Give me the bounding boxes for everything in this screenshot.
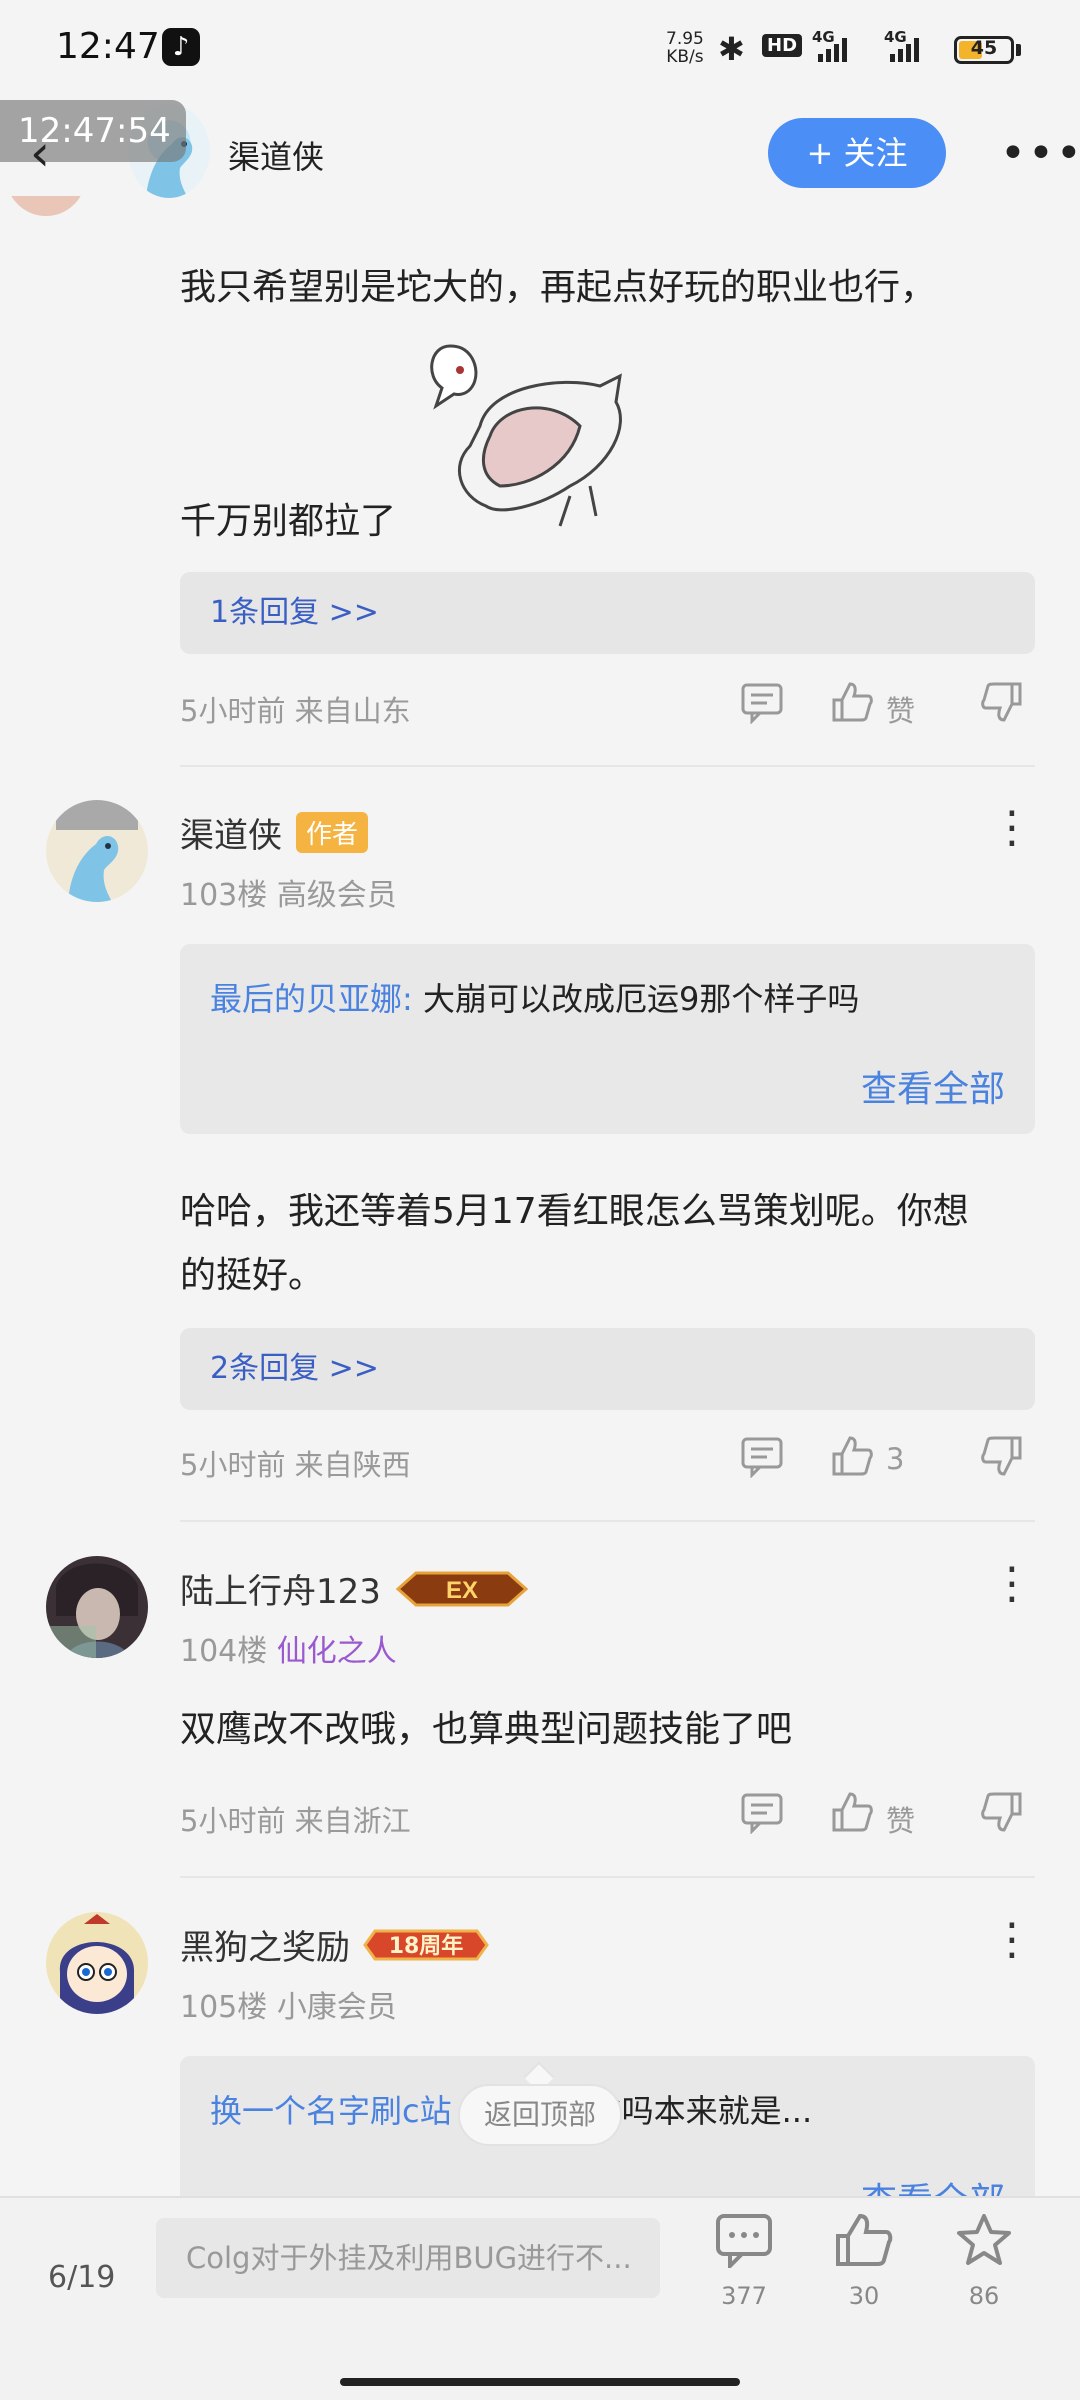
comment-reply-icon[interactable] (740, 680, 784, 728)
user-rank: 仙化之人 (276, 1634, 397, 1669)
like-icon[interactable] (830, 1434, 874, 1482)
username[interactable]: 渠道侠 作者 (180, 808, 369, 857)
comment-text: 千万别都拉了 (180, 501, 397, 542)
floor-info: 105楼 小康会员 (180, 1982, 397, 2026)
dislike-icon[interactable] (980, 680, 1024, 728)
bluetooth-icon: ✱ (718, 30, 745, 68)
quote-box[interactable]: 最后的贝亚娜: 大崩可以改成厄运9那个样子吗 查看全部 (180, 944, 1035, 1134)
battery-level: 45 (970, 37, 998, 59)
comment-text: 哈哈，我还等着5月17看红眼怎么骂策划呢。你想 (180, 1191, 969, 1232)
like-icon[interactable] (824, 2212, 904, 2281)
like-count[interactable]: 3 (886, 1442, 904, 1476)
comment-menu-icon[interactable]: ⋮ (990, 806, 1034, 850)
bottom-bar: 6/19 Colg对于外挂及利用BUG进行不... 377 30 86 (0, 2196, 1080, 2400)
comment-text: 双鹰改不改哦，也算典型问题技能了吧 (180, 1709, 793, 1750)
status-time: 12:47 (56, 26, 160, 67)
star-icon[interactable] (944, 2212, 1024, 2281)
like-label[interactable]: 赞 (886, 688, 915, 730)
level-badge-text: EX (446, 1577, 478, 1604)
comment-meta: 5小时前 来自浙江 (180, 1804, 411, 1838)
comment-count: 377 (721, 2282, 767, 2310)
like-icon[interactable] (830, 680, 874, 728)
quote-author[interactable]: 换一个名字刷c站 (210, 2092, 452, 2130)
more-icon[interactable]: ••• (1000, 128, 1080, 179)
reply-link[interactable]: 2条回复 >> (180, 1328, 1035, 1410)
divider (180, 1876, 1035, 1878)
username[interactable]: 黑狗之奖励 18周年 (180, 1920, 491, 1974)
reply-link[interactable]: 1条回复 >> (180, 572, 1035, 654)
network-speed-value: 7.95 (666, 29, 704, 49)
quote-text: 大崩可以改成厄运9那个样子吗 (422, 980, 860, 1018)
network-speed: 7.95 KB/s (666, 30, 704, 66)
divider (180, 765, 1035, 767)
signal-sim2-icon: 4G (884, 28, 928, 62)
user-avatar[interactable] (46, 1556, 148, 1658)
floor-info: 104楼 仙化之人 (180, 1626, 397, 1670)
post-title-input[interactable]: Colg对于外挂及利用BUG进行不... (156, 2218, 660, 2298)
user-rank: 高级会员 (276, 878, 397, 913)
follow-button[interactable]: + 关注 (768, 118, 946, 188)
hd-icon: HD (762, 34, 803, 57)
comment-menu-icon[interactable]: ⋮ (990, 1562, 1034, 1606)
floor-number: 103楼 (180, 878, 268, 913)
back-icon[interactable]: ‹ (30, 128, 70, 178)
star-count: 86 (968, 2282, 1000, 2310)
page-count[interactable]: 6/19 (48, 2260, 115, 2295)
view-all-link[interactable]: 查看全部 (861, 1060, 1005, 1112)
username-text[interactable]: 渠道侠 (180, 816, 282, 856)
header-author-name[interactable]: 渠道侠 (228, 132, 324, 178)
battery-tip (1016, 44, 1021, 56)
dislike-icon[interactable] (980, 1434, 1024, 1482)
comment-meta: 5小时前 来自陕西 (180, 1448, 411, 1482)
user-avatar[interactable] (46, 1912, 148, 2014)
comment-reply-icon[interactable] (740, 1434, 784, 1482)
battery-icon: 45 (954, 36, 1014, 64)
level-badge: EX (392, 1569, 532, 1618)
comment-meta: 5小时前 来自山东 (180, 694, 411, 728)
user-rank: 小康会员 (276, 1990, 397, 2025)
back-to-top-button[interactable]: 返回顶部 (458, 2084, 622, 2146)
comment-text: 我只希望别是坨大的，再起点好玩的职业也行， (180, 267, 937, 308)
username-text[interactable]: 黑狗之奖励 (180, 1928, 350, 1968)
comment-menu-icon[interactable]: ⋮ (990, 1918, 1034, 1962)
comment-icon[interactable] (704, 2212, 784, 2281)
comment-text: 的挺好。 (180, 1255, 325, 1296)
username[interactable]: 陆上行舟123 EX (180, 1564, 532, 1618)
status-bar: 12:47 ♪ 7.95 KB/s ✱ HD 4G 4G 45 (0, 0, 1080, 100)
quote-author[interactable]: 最后的贝亚娜: (210, 980, 413, 1018)
user-avatar[interactable] (46, 800, 148, 902)
floor-number: 104楼 (180, 1634, 268, 1669)
sticker-image (420, 336, 640, 536)
floor-number: 105楼 (180, 1990, 268, 2025)
comment-reply-icon[interactable] (740, 1790, 784, 1838)
anniversary-badge-text: 18周年 (389, 1933, 464, 1959)
author-badge: 作者 (296, 812, 369, 853)
like-icon[interactable] (830, 1790, 874, 1838)
floor-info: 103楼 高级会员 (180, 870, 397, 914)
partial-avatar (6, 196, 86, 216)
quote-line: 最后的贝亚娜: 大崩可以改成厄运9那个样子吗 (210, 974, 859, 1020)
timestamp-overlay: 12:47:54 (0, 100, 186, 162)
anniversary-badge: 18周年 (361, 1925, 491, 1974)
like-count: 30 (848, 2282, 880, 2310)
network-speed-unit: KB/s (666, 47, 704, 67)
tiktok-icon: ♪ (162, 28, 200, 66)
signal-sim1-icon: 4G (812, 28, 856, 62)
like-label[interactable]: 赞 (886, 1798, 915, 1840)
divider (180, 1520, 1035, 1522)
username-text[interactable]: 陆上行舟123 (180, 1572, 381, 1612)
dislike-icon[interactable] (980, 1790, 1024, 1838)
home-indicator[interactable] (340, 2378, 740, 2386)
